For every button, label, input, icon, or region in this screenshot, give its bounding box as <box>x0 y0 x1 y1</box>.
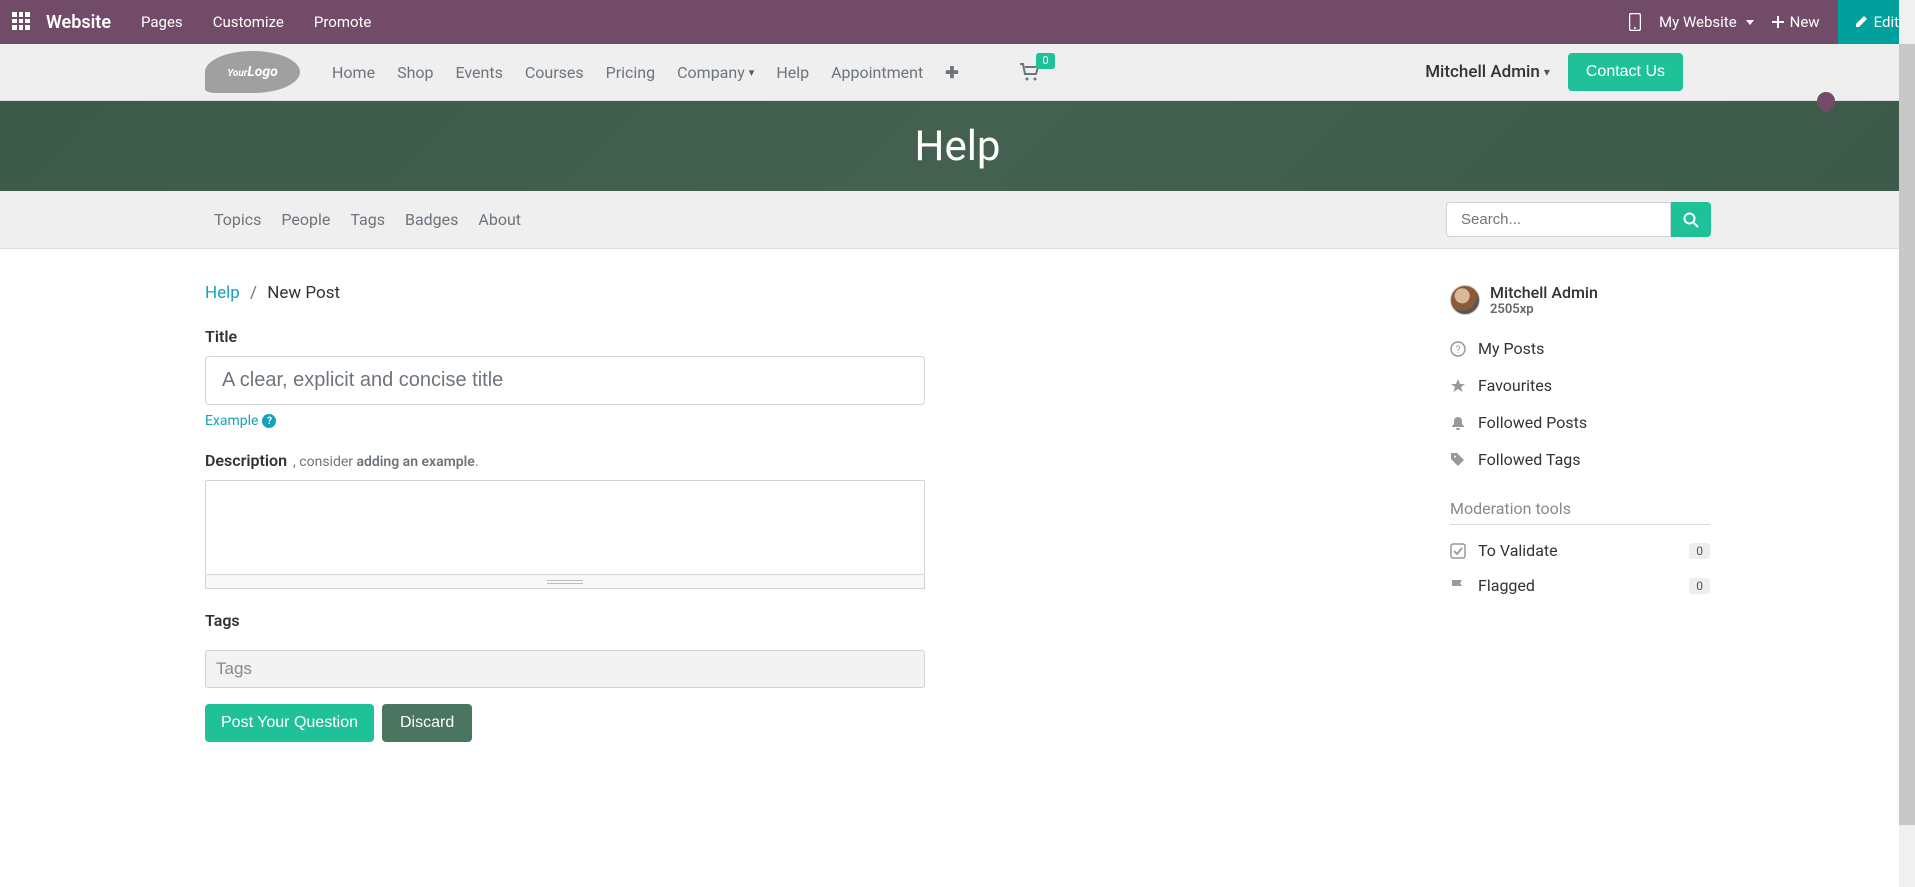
tags-icon <box>1450 452 1466 468</box>
sidebar-user-name: Mitchell Admin <box>1490 283 1598 302</box>
tab-badges[interactable]: Badges <box>405 210 458 229</box>
help-circle-icon: ? <box>262 414 276 428</box>
tab-about[interactable]: About <box>478 210 521 229</box>
description-hint: , consider adding an example. <box>293 454 478 470</box>
chevron-down-icon: ▾ <box>1544 65 1550 79</box>
scrollbar-thumb[interactable] <box>1899 44 1915 825</box>
contact-us-button[interactable]: Contact Us <box>1568 53 1683 91</box>
main-content: Help / New Post Title Example ? Descript… <box>0 249 1915 782</box>
search-group <box>1446 202 1711 237</box>
scrollbar-track[interactable] <box>1899 0 1915 887</box>
breadcrumb-current: New Post <box>267 283 340 303</box>
star-icon <box>1450 378 1466 394</box>
sidebar-followed-tags[interactable]: Followed Tags <box>1450 450 1710 469</box>
bell-icon <box>1450 415 1466 431</box>
tab-people[interactable]: People <box>281 210 330 229</box>
sidebar-followed-posts[interactable]: Followed Posts <box>1450 413 1710 432</box>
post-question-button[interactable]: Post Your Question <box>205 704 374 742</box>
nav-events[interactable]: Events <box>455 63 502 82</box>
site-nav: Home Shop Events Courses Pricing Company… <box>332 63 1041 82</box>
nav-shop[interactable]: Shop <box>397 63 433 82</box>
chevron-down-icon: ▾ <box>749 66 755 79</box>
form-column: Help / New Post Title Example ? Descript… <box>205 283 925 742</box>
site-logo[interactable]: YourLogo <box>205 51 300 93</box>
nav-appointment[interactable]: Appointment <box>831 63 923 82</box>
mod-flagged[interactable]: Flagged 0 <box>1450 576 1710 595</box>
tags-input[interactable] <box>205 650 925 688</box>
nav-help[interactable]: Help <box>776 63 809 82</box>
flagged-count: 0 <box>1689 578 1710 594</box>
nav-home[interactable]: Home <box>332 63 375 82</box>
sidebar-user-xp: 2505xp <box>1490 302 1598 317</box>
question-circle-icon: ? <box>1450 341 1466 357</box>
check-square-icon <box>1450 543 1466 559</box>
title-label: Title <box>205 327 925 346</box>
nav-company[interactable]: Company ▾ <box>677 63 754 82</box>
cart-button[interactable]: 0 <box>1019 63 1041 81</box>
description-label: Description <box>205 451 287 470</box>
page-title: Help <box>914 122 1000 171</box>
tags-label: Tags <box>205 611 925 630</box>
apps-grid-icon[interactable] <box>12 12 32 32</box>
app-brand: Website <box>46 12 111 33</box>
new-button[interactable]: New <box>1772 13 1820 31</box>
to-validate-count: 0 <box>1689 543 1710 559</box>
chevron-down-icon <box>1746 20 1754 25</box>
user-menu[interactable]: Mitchell Admin ▾ <box>1425 62 1550 82</box>
title-input[interactable] <box>205 356 925 405</box>
sidebar: Mitchell Admin 2505xp ? My Posts Favouri… <box>1450 283 1710 742</box>
nav-pricing[interactable]: Pricing <box>606 63 656 82</box>
avatar <box>1450 285 1480 315</box>
admin-menu: Pages Customize Promote <box>141 13 371 31</box>
flag-icon <box>1450 578 1466 594</box>
my-website-dropdown[interactable]: My Website <box>1659 13 1754 31</box>
sidebar-my-posts[interactable]: ? My Posts <box>1450 339 1710 358</box>
editor-resize-handle[interactable] <box>205 575 925 589</box>
example-link[interactable]: Example ? <box>205 413 276 429</box>
moderation-heading: Moderation tools <box>1450 499 1710 525</box>
tab-tags[interactable]: Tags <box>350 210 385 229</box>
svg-text:?: ? <box>1456 345 1461 356</box>
search-icon <box>1683 212 1699 228</box>
sidebar-favourites[interactable]: Favourites <box>1450 376 1710 395</box>
admin-topbar: Website Pages Customize Promote My Websi… <box>0 0 1915 44</box>
search-button[interactable] <box>1671 202 1711 237</box>
description-editor[interactable] <box>205 480 925 575</box>
page-hero: Help <box>0 101 1915 191</box>
breadcrumb: Help / New Post <box>205 283 925 303</box>
cart-count-badge: 0 <box>1036 53 1054 69</box>
mod-to-validate[interactable]: To Validate 0 <box>1450 541 1710 560</box>
plus-icon: ✚ <box>945 63 958 82</box>
mobile-preview-icon[interactable] <box>1629 13 1641 31</box>
discard-button[interactable]: Discard <box>382 704 472 742</box>
tab-topics[interactable]: Topics <box>214 210 261 229</box>
breadcrumb-root[interactable]: Help <box>205 283 240 303</box>
menu-pages[interactable]: Pages <box>141 13 183 31</box>
menu-customize[interactable]: Customize <box>213 13 284 31</box>
menu-promote[interactable]: Promote <box>314 13 372 31</box>
sidebar-user[interactable]: Mitchell Admin 2505xp <box>1450 283 1710 317</box>
forum-subnav: Topics People Tags Badges About <box>0 191 1915 249</box>
search-input[interactable] <box>1446 202 1671 237</box>
nav-add-page[interactable]: ✚ <box>945 63 958 82</box>
site-header: YourLogo Home Shop Events Courses Pricin… <box>0 44 1915 101</box>
nav-courses[interactable]: Courses <box>525 63 584 82</box>
